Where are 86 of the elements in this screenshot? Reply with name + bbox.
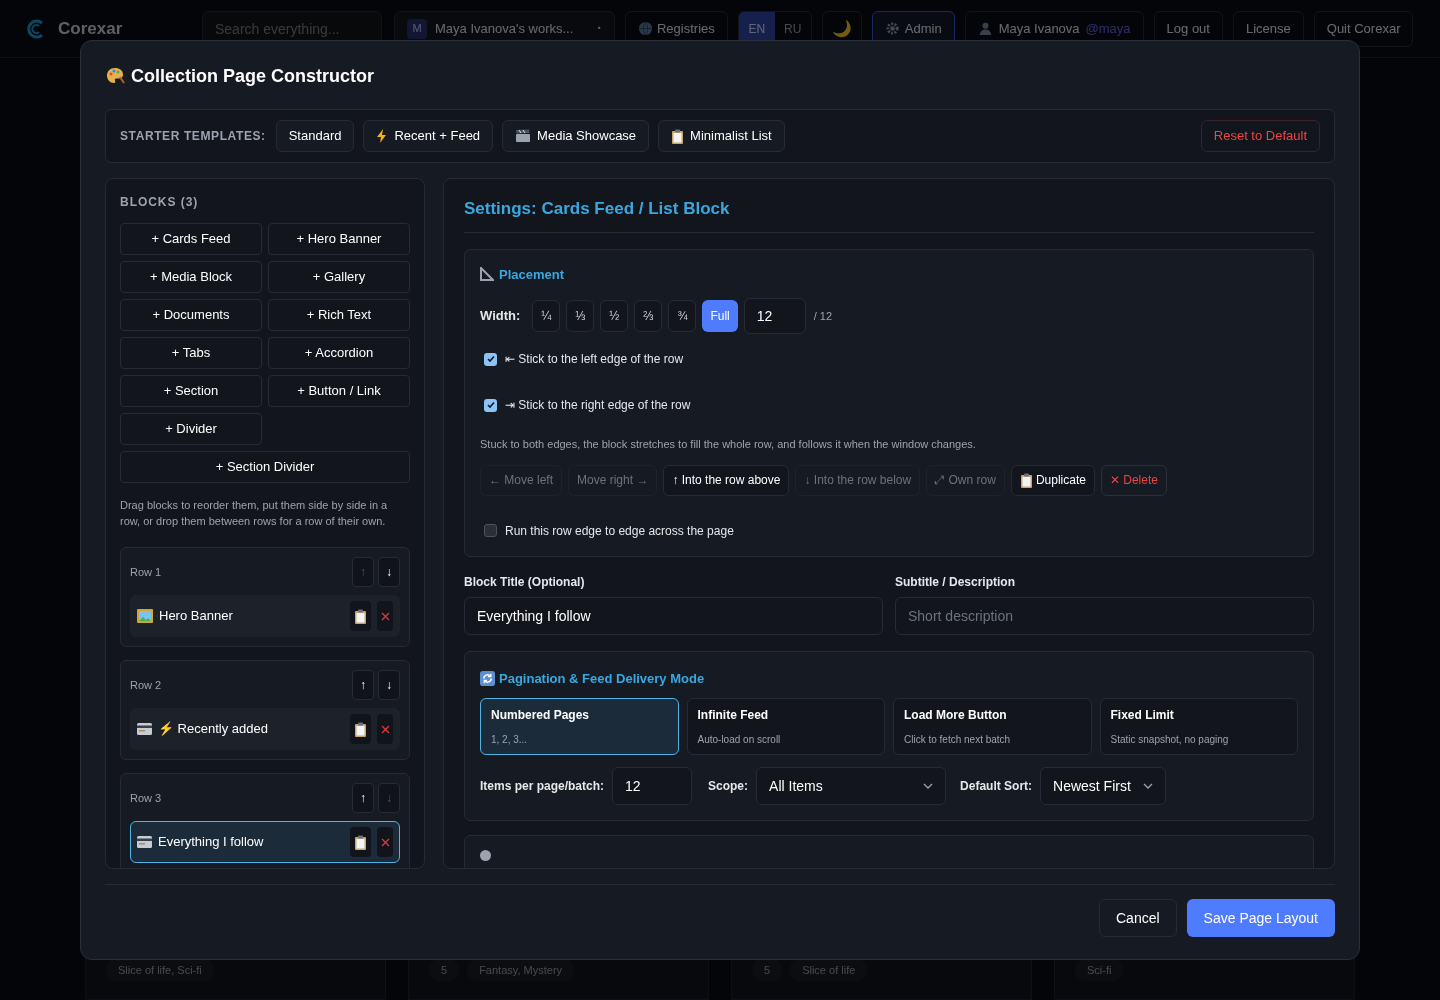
add-block-button[interactable]: + Tabs [120,337,262,369]
tag-chip: Slice of life, Sci-fi [106,958,214,981]
row-label: Row 1 [130,564,163,580]
columns-total: / 12 [813,308,833,324]
save-button[interactable]: Save Page Layout [1186,899,1335,937]
add-block-button[interactable]: + Section Divider [120,451,410,483]
modal-title: Collection Page Constructor [131,64,375,88]
reset-button[interactable]: Reset to Default [1200,120,1320,152]
number-field[interactable]: 12 [612,767,693,805]
add-block-button[interactable]: + Documents [120,299,262,331]
field-label: Block Title (Optional) [464,573,586,591]
action-button[interactable]: Duplicate [1010,464,1095,496]
help-text: Stuck to both edges, the block stretches to fill the whole row, and follows it when the window changes. [480,437,977,452]
mode-caption: 1, 2, 3... [491,733,529,747]
action-button[interactable]: ✕ Delete [1100,464,1167,496]
tag-chip: Sci-fi [1075,958,1124,981]
mode-caption: Auto-load on scroll [697,733,782,747]
text-field[interactable]: Short description [895,596,1314,635]
width-option[interactable]: Full [702,300,738,332]
checkbox-label: ⇤ Stick to the left edge of the row [505,351,684,368]
move-down-button[interactable]: ↓ [378,557,400,587]
move-up-button[interactable]: ↑ [352,670,374,700]
mode-title: Numbered Pages [491,707,591,724]
mode-title: Fixed Limit [1110,707,1175,724]
section-heading: Placement [499,265,565,284]
field-label: Items per page/batch: [480,778,605,795]
cancel-button[interactable]: Cancel [1099,899,1177,937]
template-button[interactable]: Minimalist List [658,120,785,152]
width-option[interactable]: ¾ [668,300,697,332]
mode-option[interactable]: Infinite Feed Auto-load on scroll [686,698,885,755]
width-option[interactable]: ½ [600,300,629,332]
mode-title: Infinite Feed [697,707,770,724]
add-block-button[interactable]: + Rich Text [268,299,410,331]
brand-name: Corexar [58,17,123,40]
width-option[interactable]: ⅔ [634,300,663,332]
block-title: Everything I follow [158,833,265,852]
mode-option[interactable]: Fixed Limit Static snapshot, no paging [1099,698,1298,755]
checkbox-label: ⇥ Stick to the right edge of the row [505,397,691,414]
move-down-button[interactable]: ↓ [378,670,400,700]
help-text: Drag blocks to reorder them, put them side by side in a row, or drop them between rows for a row of their own. [120,498,389,529]
caret-icon: · [597,18,602,39]
template-button[interactable]: Media Showcase [502,120,650,152]
move-up-button[interactable]: ↑ [352,783,374,813]
block-item[interactable]: Everything I follow [130,821,400,863]
add-block-button[interactable]: + Accordion [268,337,410,369]
block-title: Hero Banner [159,607,234,626]
text-field[interactable]: Everything I follow [464,596,883,635]
checkbox-label: Run this row edge to edge across the page [505,522,734,540]
templates-label: STARTER TEMPLATES: [120,128,266,145]
mode-caption: Static snapshot, no paging [1110,733,1230,747]
block-title: ⚡ Recently added [158,720,269,739]
add-block-button[interactable]: + Button / Link [268,375,410,407]
columns-field[interactable]: 12 [743,298,806,334]
field-label: Subtitle / Description [895,573,1016,591]
template-button[interactable]: Recent + Feed [363,120,494,152]
add-block-button[interactable]: + Section [120,375,262,407]
tag-chip: 5 [429,958,460,981]
mode-caption: Click to fetch next batch [904,733,1012,747]
add-block-button[interactable]: + Divider [120,413,262,445]
action-button[interactable]: ↑ Into the row above [663,464,790,496]
field-label: Default Sort: [960,778,1033,795]
workspace-avatar: M [407,18,427,39]
section-heading: Pagination & Feed Delivery Mode [499,669,705,688]
row-label: Row 2 [130,677,163,693]
tag-chip: 5 [752,958,783,981]
mode-option[interactable]: Load More Button Click to fetch next batch [893,698,1092,755]
tag-chip: Slice of life [790,958,868,981]
mode-title: Load More Button [904,707,1008,724]
width-label: Width: [480,307,521,326]
block-item[interactable]: ⚡ Recently added [130,708,400,750]
field-label: Scope: [708,778,749,795]
template-button[interactable]: Standard [275,120,355,152]
mode-option[interactable]: Numbered Pages 1, 2, 3... [480,698,679,755]
add-block-button[interactable]: + Cards Feed [120,223,262,255]
scope-select[interactable]: All Items [756,767,947,805]
row-label: Row 3 [130,790,163,806]
panel-heading: BLOCKS (3) [120,194,200,211]
width-option[interactable]: ⅓ [566,300,595,332]
tag-chip: Fantasy, Mystery [467,958,575,981]
add-block-button[interactable]: + Media Block [120,261,262,293]
sort-select[interactable]: Newest First [1040,767,1166,805]
width-option[interactable]: ¼ [532,300,561,332]
add-block-button[interactable]: + Hero Banner [268,223,410,255]
block-item[interactable]: Hero Banner [130,595,400,637]
add-block-button[interactable]: + Gallery [268,261,410,293]
settings-title: Settings: Cards Feed / List Block [464,196,1314,233]
